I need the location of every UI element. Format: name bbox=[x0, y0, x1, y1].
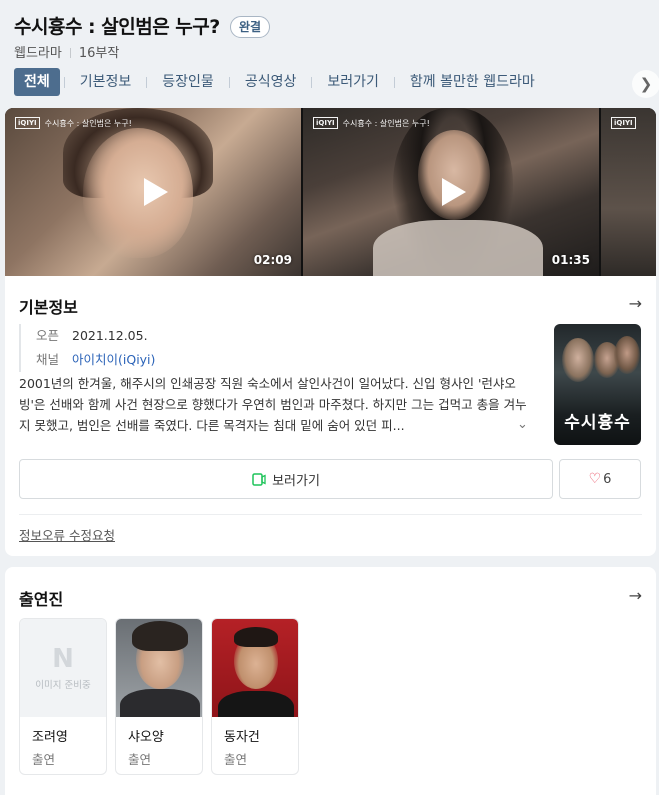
tab-watch[interactable]: 보러가기 bbox=[319, 68, 387, 96]
video-thumbnail[interactable]: iQIYI bbox=[601, 108, 656, 276]
divider bbox=[69, 48, 71, 58]
cast-member-card[interactable]: N 이미지 준비중 조려영 출연 bbox=[19, 618, 107, 775]
section-title: 출연진 bbox=[19, 590, 64, 609]
cast-photo-placeholder: N 이미지 준비중 bbox=[20, 619, 106, 717]
genre-label: 웹드라마 bbox=[14, 46, 62, 61]
cast-name: 샤오양 bbox=[128, 730, 164, 745]
iqiyi-logo: iQIYI bbox=[313, 117, 338, 129]
cast-card: 출연진 → N 이미지 준비중 조려영 출연 샤오양 출연 동자건 출연 bbox=[5, 567, 656, 795]
poster-image[interactable]: 수시흉수 bbox=[554, 324, 641, 445]
photo-art bbox=[234, 627, 278, 647]
video-duration: 02:09 bbox=[253, 253, 292, 267]
status-badge: 완결 bbox=[230, 16, 271, 38]
cast-name: 동자건 bbox=[224, 730, 260, 745]
cast-role: 출연 bbox=[32, 752, 56, 767]
arrow-right-icon[interactable]: → bbox=[629, 294, 642, 313]
cast-photo bbox=[116, 619, 202, 717]
like-button[interactable]: ♡ 6 bbox=[559, 459, 641, 499]
video-watermark: iQIYI 수시흉수 : 살인범은 누구! bbox=[313, 117, 430, 129]
video-duration: 01:35 bbox=[551, 253, 590, 267]
basic-info-card: 기본정보 → 오픈 2021.12.05. 채널 아이치이(iQiyi) 수시흉수 … bbox=[5, 276, 656, 556]
tab-characters[interactable]: 등장인물 bbox=[154, 68, 222, 96]
photo-art bbox=[132, 621, 188, 651]
synopsis-text: 2001년의 한겨울, 해주시의 인쇄공장 직원 숙소에서 살인사건이 일어났다… bbox=[19, 376, 527, 433]
video-play-icon bbox=[252, 472, 266, 486]
tab-divider bbox=[146, 76, 148, 88]
episode-count: 16부작 bbox=[78, 46, 120, 61]
video-watermark: iQIYI bbox=[611, 117, 636, 129]
tab-recommended[interactable]: 함께 볼만한 웹드라마 bbox=[402, 68, 543, 96]
like-count: 6 bbox=[603, 471, 612, 487]
error-report-link[interactable]: 정보오류 수정요청 bbox=[19, 525, 115, 544]
watch-button[interactable]: 보러가기 bbox=[19, 459, 553, 499]
video-watermark: iQIYI 수시흉수 : 살인범은 누구! bbox=[15, 117, 132, 129]
naver-logo-icon: N bbox=[52, 644, 74, 674]
channel-label: 채널 bbox=[36, 352, 60, 367]
section-title: 기본정보 bbox=[19, 298, 78, 317]
photo-art bbox=[218, 691, 294, 717]
cast-name: 조려영 bbox=[32, 730, 68, 745]
divider bbox=[19, 514, 642, 515]
photo-art bbox=[120, 689, 200, 717]
expand-synopsis-button[interactable]: ⌄ bbox=[515, 417, 528, 432]
cast-role: 출연 bbox=[128, 752, 152, 767]
cast-photo bbox=[212, 619, 298, 717]
page-title: 수시흉수 : 살인범은 누구? bbox=[14, 16, 220, 38]
page-header: 수시흉수 : 살인범은 누구? 완결 웹드라마 16부작 전체 기본정보 등장인물… bbox=[0, 0, 659, 104]
cast-member-card[interactable]: 동자건 출연 bbox=[211, 618, 299, 775]
tab-divider bbox=[311, 76, 313, 88]
watermark-text: 수시흉수 : 살인범은 누구! bbox=[44, 118, 132, 128]
open-date: 2021.12.05. bbox=[72, 328, 148, 343]
cast-member-card[interactable]: 샤오양 출연 bbox=[115, 618, 203, 775]
tab-official-videos[interactable]: 공식영상 bbox=[237, 68, 305, 96]
channel-link[interactable]: 아이치이(iQiyi) bbox=[72, 352, 155, 367]
video-carousel: iQIYI 수시흉수 : 살인범은 누구! 02:09 iQIYI 수시흉수 : 살… bbox=[5, 108, 656, 276]
poster-title: 수시흉수 bbox=[564, 413, 631, 433]
poster-art bbox=[614, 336, 640, 374]
channel-row: 채널 아이치이(iQiyi) bbox=[36, 348, 155, 372]
meta-info: 오픈 2021.12.05. 채널 아이치이(iQiyi) bbox=[19, 324, 155, 372]
iqiyi-logo: iQIYI bbox=[611, 117, 636, 129]
watch-button-label: 보러가기 bbox=[272, 473, 320, 489]
arrow-right-icon[interactable]: → bbox=[629, 586, 642, 605]
tab-divider bbox=[63, 76, 65, 88]
video-thumbnail[interactable]: iQIYI 수시흉수 : 살인범은 누구! 02:09 bbox=[5, 108, 301, 276]
play-icon[interactable] bbox=[133, 172, 173, 212]
video-thumbnail[interactable]: iQIYI 수시흉수 : 살인범은 누구! 01:35 bbox=[303, 108, 599, 276]
poster-art bbox=[562, 338, 594, 382]
placeholder-text: 이미지 준비중 bbox=[35, 680, 91, 691]
sub-info: 웹드라마 16부작 bbox=[14, 42, 119, 61]
tab-bar: 전체 기본정보 등장인물 공식영상 보러가기 함께 볼만한 웹드라마 bbox=[14, 68, 543, 96]
open-label: 오픈 bbox=[36, 328, 60, 343]
thumbnail-art bbox=[373, 220, 543, 276]
open-date-row: 오픈 2021.12.05. bbox=[36, 324, 155, 348]
carousel-next-button[interactable]: ❯ bbox=[632, 70, 659, 98]
tab-divider bbox=[228, 76, 230, 88]
tab-divider bbox=[393, 76, 395, 88]
cast-role: 출연 bbox=[224, 752, 248, 767]
watermark-text: 수시흉수 : 살인범은 누구! bbox=[342, 118, 430, 128]
tab-basic-info[interactable]: 기본정보 bbox=[72, 68, 140, 96]
heart-icon: ♡ bbox=[588, 471, 602, 487]
iqiyi-logo: iQIYI bbox=[15, 117, 40, 129]
play-icon[interactable] bbox=[431, 172, 471, 212]
chevron-right-icon: ❯ bbox=[639, 75, 653, 93]
chevron-down-icon: ⌄ bbox=[517, 417, 528, 432]
tab-all[interactable]: 전체 bbox=[14, 68, 60, 96]
